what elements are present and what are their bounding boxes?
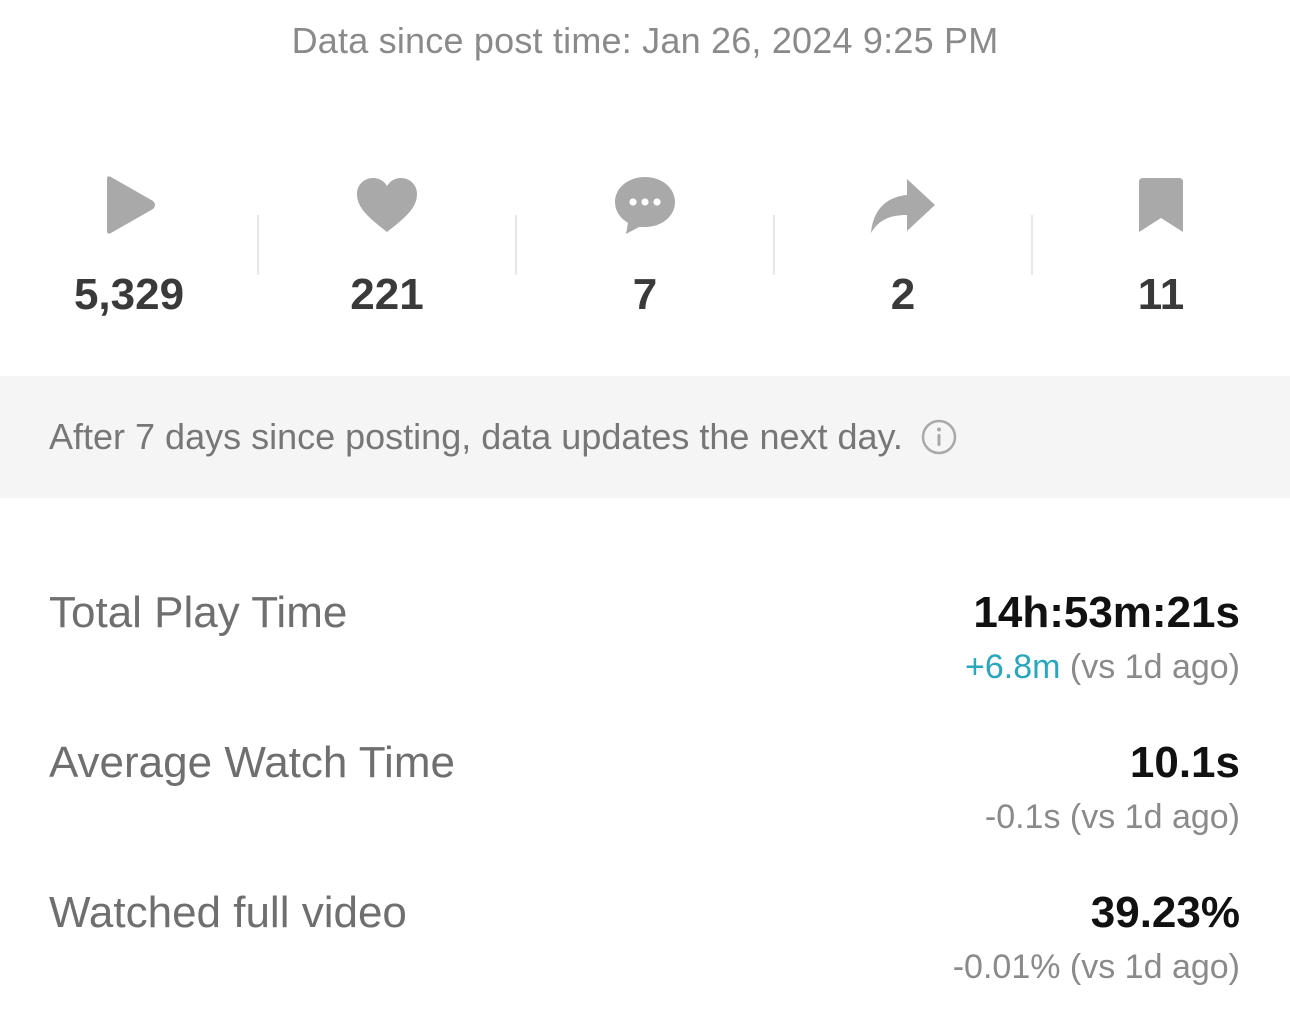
share-icon [863,165,943,245]
stat-shares[interactable]: 2 [774,165,1032,335]
metric-label: Watched full video [49,888,407,937]
notice-text: After 7 days since posting, data updates… [49,416,903,457]
comment-icon [605,165,685,245]
delta-change: +6.8m [965,648,1061,686]
heart-icon [347,165,427,245]
likes-count: 221 [350,270,424,319]
metric-total-play-time: Total Play Time 14h:53m:21s +6.8m (vs 1d… [0,588,1290,708]
metric-label: Total Play Time [49,588,348,637]
engagement-stats-row: 5,329 221 7 2 11 [0,165,1290,335]
post-analytics-page: Data since post time: Jan 26, 2024 9:25 … [0,0,1290,1009]
metric-delta: +6.8m (vs 1d ago) [965,648,1240,687]
metric-value: 39.23% [1090,888,1240,937]
saves-count: 11 [1137,270,1185,319]
bookmark-icon [1121,165,1201,245]
metric-label: Average Watch Time [49,738,455,787]
stat-likes[interactable]: 221 [258,165,516,335]
metric-value: 10.1s [1129,738,1240,787]
play-icon [89,165,169,245]
stat-comments[interactable]: 7 [516,165,774,335]
plays-count: 5,329 [73,270,185,319]
data-since-label: Data since post time: Jan 26, 2024 9:25 … [291,20,999,61]
metric-average-watch-time: Average Watch Time 10.1s -0.1s (vs 1d ag… [0,738,1290,858]
data-update-notice: After 7 days since posting, data updates… [0,376,1290,498]
stat-saves[interactable]: 11 [1032,165,1290,335]
info-icon[interactable] [921,419,957,455]
metric-delta: -0.01% (vs 1d ago) [952,948,1240,986]
delta-suffix: (vs 1d ago) [1060,648,1240,686]
comments-count: 7 [632,270,658,319]
metric-value: 14h:53m:21s [973,588,1240,637]
metric-watched-full-video: Watched full video 39.23% -0.01% (vs 1d … [0,888,1290,1008]
metric-delta: -0.1s (vs 1d ago) [984,798,1240,836]
stat-plays[interactable]: 5,329 [0,165,258,335]
shares-count: 2 [890,270,916,319]
